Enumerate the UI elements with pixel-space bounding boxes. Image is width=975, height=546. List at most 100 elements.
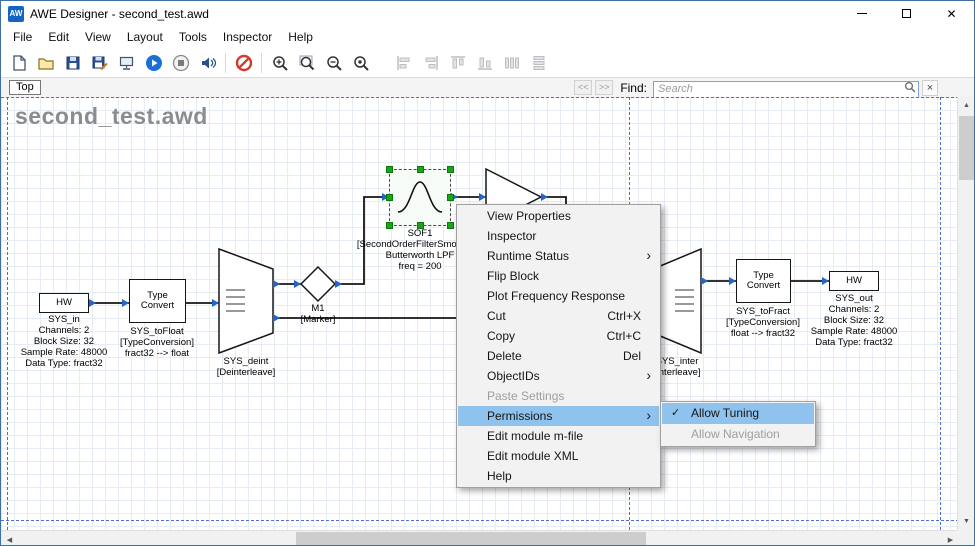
align-top-icon — [449, 54, 467, 72]
profiling-disabled-icon — [235, 54, 253, 72]
audio-devices-button[interactable] — [194, 50, 221, 76]
scroll-left-arrow[interactable]: ◀ — [1, 531, 18, 546]
stop-button[interactable] — [167, 50, 194, 76]
selection-handle[interactable] — [447, 166, 454, 173]
run-button[interactable] — [140, 50, 167, 76]
submenu-arrow-icon: › — [646, 245, 651, 265]
search-icon[interactable] — [904, 81, 916, 93]
block-sys-tofloat-label: Type Convert — [130, 291, 185, 312]
shortcut-label: Ctrl+C — [607, 326, 641, 346]
block-sys-tofloat[interactable]: Type Convert — [129, 279, 186, 323]
menu-tools[interactable]: Tools — [171, 26, 215, 48]
menu-item-help[interactable]: Help — [458, 466, 659, 486]
shortcut-label: Ctrl+X — [607, 306, 641, 326]
selection-handle[interactable] — [447, 194, 454, 201]
align-right-icon — [422, 54, 440, 72]
marker-shape — [301, 267, 335, 301]
zoom-out-icon — [325, 54, 343, 72]
menu-item-flip-block[interactable]: Flip Block — [458, 266, 659, 286]
selection-handle[interactable] — [417, 166, 424, 173]
distribute-horizontal-button[interactable] — [498, 50, 525, 76]
align-group — [390, 50, 552, 76]
scroll-up-arrow[interactable]: ▲ — [958, 97, 975, 114]
menu-item-objectids[interactable]: ObjectIDs› — [458, 366, 659, 386]
block-sys-in-label: HW — [56, 298, 72, 309]
close-button[interactable]: ✕ — [929, 1, 974, 26]
menu-item-inspector[interactable]: Inspector — [458, 226, 659, 246]
selection-handle[interactable] — [386, 194, 393, 201]
audio-devices-icon — [199, 54, 217, 72]
menu-help[interactable]: Help — [280, 26, 321, 48]
selection-handle[interactable] — [386, 166, 393, 173]
align-left-button[interactable] — [390, 50, 417, 76]
app-window: AW AWE Designer - second_test.awd ✕ File… — [0, 0, 975, 546]
zoom-in-button[interactable] — [266, 50, 293, 76]
submenu-arrow-icon: › — [646, 405, 651, 425]
find-group: << >> Find: × — [574, 79, 938, 96]
close-icon: ✕ — [946, 8, 956, 20]
zoom-actual-button[interactable] — [347, 50, 374, 76]
minimize-button[interactable] — [839, 1, 884, 26]
menu-item-view-properties[interactable]: View Properties — [458, 206, 659, 226]
vertical-scroll-thumb[interactable] — [959, 116, 974, 180]
menu-file[interactable]: File — [5, 26, 40, 48]
profiling-disabled-button[interactable] — [230, 50, 257, 76]
distribute-vertical-icon — [530, 54, 548, 72]
block-sof1[interactable] — [389, 169, 451, 226]
menu-item-allow-navigation[interactable]: Allow Navigation — [662, 424, 814, 445]
zoom-fit-button[interactable] — [293, 50, 320, 76]
menu-item-allow-tuning[interactable]: ✓Allow Tuning — [662, 403, 814, 424]
open-button[interactable] — [32, 50, 59, 76]
save-as-button[interactable] — [86, 50, 113, 76]
deinterleave-shape — [219, 249, 273, 353]
zoom-fit-icon — [298, 54, 316, 72]
permissions-submenu: ✓Allow Tuning Allow Navigation — [660, 401, 816, 447]
align-right-button[interactable] — [417, 50, 444, 76]
m1-info: M1 [Marker] — [301, 303, 336, 325]
menu-item-plot-frequency-response[interactable]: Plot Frequency Response — [458, 286, 659, 306]
distribute-vertical-button[interactable] — [525, 50, 552, 76]
maximize-button[interactable] — [884, 1, 929, 26]
title-bar: AW AWE Designer - second_test.awd ✕ — [1, 1, 974, 26]
find-clear-button[interactable]: × — [922, 80, 938, 96]
scrollbar-corner — [957, 530, 974, 546]
menu-item-edit-module-xml[interactable]: Edit module XML — [458, 446, 659, 466]
align-top-button[interactable] — [444, 50, 471, 76]
checkmark-icon: ✓ — [671, 403, 680, 424]
menu-edit[interactable]: Edit — [40, 26, 77, 48]
vertical-scrollbar[interactable]: ▲ ▼ — [957, 97, 974, 530]
new-design-button[interactable] — [5, 50, 32, 76]
save-button[interactable] — [59, 50, 86, 76]
block-sys-out[interactable]: HW — [829, 271, 879, 291]
sys-tofloat-info: SYS_toFloat [TypeConversion] fract32 -->… — [120, 326, 194, 359]
horizontal-scroll-thumb[interactable] — [296, 532, 646, 546]
block-sys-in[interactable]: HW — [39, 293, 89, 313]
maximize-icon — [902, 9, 911, 18]
block-sys-out-label: HW — [846, 276, 862, 287]
menu-inspector[interactable]: Inspector — [215, 26, 280, 48]
zoom-out-button[interactable] — [320, 50, 347, 76]
menu-item-runtime-status[interactable]: Runtime Status› — [458, 246, 659, 266]
menu-item-edit-module-m-file[interactable]: Edit module m-file — [458, 426, 659, 446]
design-canvas[interactable]: second_test.awd — [1, 97, 959, 530]
sys-in-info: SYS_in Channels: 2 Block Size: 32 Sample… — [21, 314, 108, 369]
search-input[interactable] — [653, 81, 919, 98]
menu-item-permissions[interactable]: Permissions› — [458, 406, 659, 426]
stop-icon — [172, 54, 190, 72]
menu-item-cut[interactable]: CutCtrl+X — [458, 306, 659, 326]
tab-bar: Top << >> Find: × — [1, 78, 974, 97]
block-sys-tofract[interactable]: Type Convert — [736, 259, 791, 303]
menu-item-delete[interactable]: DeleteDel — [458, 346, 659, 366]
align-bottom-button[interactable] — [471, 50, 498, 76]
find-next-button[interactable]: >> — [595, 80, 613, 95]
scroll-down-arrow[interactable]: ▼ — [958, 513, 975, 530]
menu-layout[interactable]: Layout — [119, 26, 171, 48]
horizontal-scrollbar[interactable]: ◀ ▶ — [1, 530, 959, 546]
copy-to-target-button[interactable] — [113, 50, 140, 76]
menu-view[interactable]: View — [77, 26, 119, 48]
menu-item-paste-settings[interactable]: Paste Settings — [458, 386, 659, 406]
menu-item-copy[interactable]: CopyCtrl+C — [458, 326, 659, 346]
submenu-arrow-icon: › — [646, 365, 651, 385]
find-prev-button[interactable]: << — [574, 80, 592, 95]
tab-top[interactable]: Top — [9, 80, 41, 95]
